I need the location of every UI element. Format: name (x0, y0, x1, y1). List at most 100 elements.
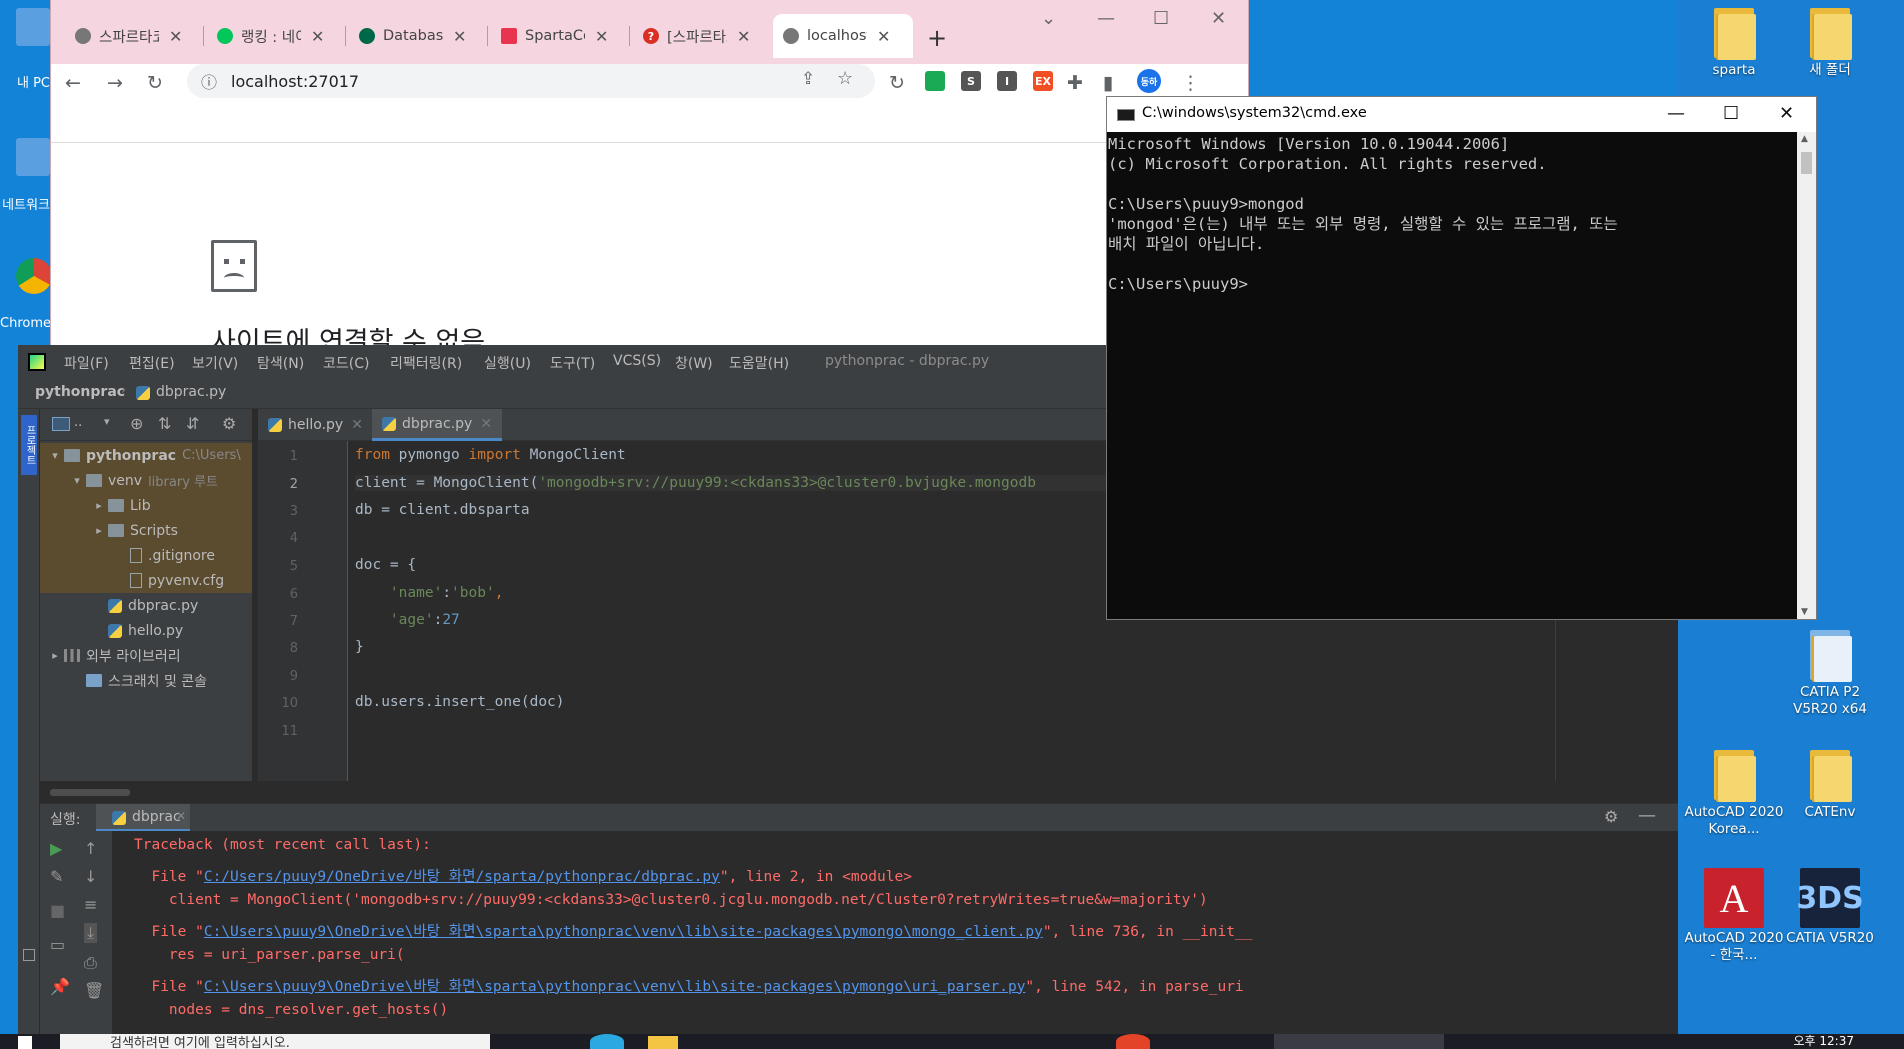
cmd-taskbar-button[interactable] (1274, 1034, 1444, 1049)
profile-avatar[interactable]: 동하 (1137, 69, 1161, 93)
share-icon[interactable]: ⇪ (801, 69, 815, 89)
maximize-button[interactable]: ☐ (1153, 8, 1169, 29)
taskbar-clock[interactable]: 오후 12:37 (1794, 1034, 1854, 1049)
arrow-down-icon[interactable]: ↓ (84, 867, 97, 886)
url-text[interactable]: localhost:27017 (231, 72, 359, 91)
project-tool-button[interactable]: 프로젝트 (21, 415, 37, 475)
chrome-shortcut-icon[interactable] (16, 258, 52, 294)
back-icon[interactable]: ← (65, 72, 81, 94)
tree-item[interactable]: ▸ Lib (40, 493, 252, 518)
menu-tools[interactable]: 도구(T) (550, 353, 595, 373)
tree-item[interactable]: pyvenv.cfg (40, 568, 252, 593)
menu-file[interactable]: 파일(F) (64, 353, 109, 373)
scroll-to-end-icon[interactable]: ⤓ (84, 923, 98, 943)
minimize-button[interactable]: — (1667, 103, 1685, 124)
extension-s-icon[interactable]: S (961, 71, 981, 91)
menu-code[interactable]: 코드(C) (323, 353, 369, 373)
wrench-icon[interactable]: ✎ (50, 867, 63, 886)
cmd-output[interactable]: Microsoft Windows [Version 10.0.19044.20… (1107, 132, 1797, 619)
bookmark-star-icon[interactable]: ☆ (837, 68, 853, 89)
close-tab-icon[interactable]: ✕ (453, 27, 466, 46)
browser-tab[interactable]: 스파르타코딩클럽 ✕ (65, 14, 192, 58)
close-tab-icon[interactable]: ✕ (176, 809, 186, 823)
desktop-icon-catia-p2[interactable]: CATIA P2 V5R20 x64 (1780, 622, 1880, 718)
close-tab-icon[interactable]: ✕ (595, 27, 608, 46)
extension-i-icon[interactable]: I (997, 71, 1017, 91)
tree-item[interactable]: .gitignore (40, 543, 252, 568)
extension-ex-icon[interactable]: EX (1033, 71, 1053, 91)
close-tab-icon[interactable]: ✕ (877, 27, 890, 46)
desktop-icon-catenv[interactable]: CATEnv (1780, 742, 1880, 821)
menu-navigate[interactable]: 탐색(N) (257, 353, 304, 373)
gear-icon[interactable]: ⚙ (1604, 807, 1618, 826)
chrome-taskbar-icon[interactable] (1116, 1034, 1150, 1049)
menu-vcs[interactable]: VCS(S) (613, 353, 661, 369)
menu-edit[interactable]: 편집(E) (129, 353, 175, 373)
maximize-button[interactable]: ☐ (1723, 103, 1739, 124)
close-tab-icon[interactable]: ✕ (351, 417, 363, 433)
cmd-scrollbar[interactable]: ▲ ▼ (1797, 132, 1816, 619)
gear-icon[interactable]: ⚙ (222, 414, 236, 433)
close-tab-icon[interactable]: ✕ (737, 27, 750, 46)
trash-icon[interactable]: 🗑 (84, 981, 104, 1000)
desktop-icon-autocad[interactable]: A AutoCAD 2020 - 한국... (1684, 860, 1784, 964)
arrow-up-icon[interactable]: ↑ (84, 839, 97, 858)
browser-tab[interactable]: 랭킹 : 네이버 ✕ (207, 14, 334, 58)
extension-icon[interactable] (925, 71, 945, 91)
editor-tab-hello[interactable]: hello.py ✕ (258, 409, 373, 441)
tree-item[interactable]: ▾ pythonprac C:\Users\ (40, 443, 252, 468)
new-tab-button[interactable]: + (927, 24, 947, 52)
forward-icon[interactable]: → (107, 72, 123, 94)
chevron-down-icon[interactable]: ▾ (104, 415, 110, 428)
desktop-icon-autocad-folder[interactable]: AutoCAD 2020 Korea... (1684, 742, 1784, 838)
desktop-icon-catia[interactable]: 3DS CATIA V5R20 (1780, 860, 1880, 947)
chevron-icon[interactable]: ▾ (48, 449, 62, 462)
this-pc-icon[interactable] (16, 8, 50, 46)
menu-run[interactable]: 실행(U) (484, 353, 531, 373)
file-link[interactable]: C:/Users/puuy9/OneDrive/바탕 화면/sparta/pyt… (204, 869, 720, 885)
breadcrumb-project[interactable]: pythonprac (35, 384, 125, 400)
close-tab-icon[interactable]: ✕ (311, 27, 324, 46)
soft-wrap-icon[interactable]: ≡ (84, 895, 97, 914)
explorer-taskbar-icon[interactable] (648, 1036, 678, 1049)
chevron-icon[interactable]: ▸ (92, 499, 106, 512)
menu-refactor[interactable]: 리팩터링(R) (390, 353, 462, 373)
browser-tab[interactable]: Database ✕ (349, 14, 476, 58)
rerun-icon[interactable]: ▶ (50, 839, 62, 858)
sidepanel-icon[interactable]: ▮ (1103, 72, 1113, 94)
puzzle-icon[interactable]: ✚ (1067, 72, 1083, 94)
project-hscrollbar[interactable] (50, 789, 130, 796)
close-window-button[interactable]: ✕ (1779, 103, 1794, 124)
collapse-all-icon[interactable]: ⇵ (186, 414, 199, 433)
tab-search-icon[interactable]: ⌄ (1041, 8, 1056, 29)
print-icon[interactable]: ⎙ (84, 953, 97, 973)
windows-start-icon[interactable] (18, 1036, 32, 1049)
expand-all-icon[interactable]: ⇅ (158, 414, 171, 433)
layout-icon[interactable]: ▭ (50, 935, 65, 954)
browser-tab[interactable]: ? [스파르타코딩클럽] ✕ (633, 14, 760, 58)
tree-item[interactable]: 스크래치 및 콘솔 (40, 668, 252, 693)
stop-icon[interactable]: ■ (50, 901, 65, 920)
menu-help[interactable]: 도움말(H) (729, 353, 789, 373)
tree-item[interactable]: ▸ Scripts (40, 518, 252, 543)
more-menu-icon[interactable]: ⋮ (1181, 72, 1200, 94)
tree-item[interactable]: ▾ venv library 루트 (40, 468, 252, 493)
browser-tab-active[interactable]: localhost ✕ (773, 14, 913, 58)
close-window-button[interactable]: ✕ (1211, 8, 1226, 29)
scroll-up-icon[interactable]: ▲ (1801, 134, 1808, 144)
editor-tab-dbprac[interactable]: dbprac.py ✕ (372, 409, 503, 441)
file-link[interactable]: C:\Users\puuy9\OneDrive\바탕 화면\sparta\pyt… (204, 924, 1043, 940)
tree-item[interactable]: ▸ 외부 라이브러리 (40, 643, 252, 668)
menu-window[interactable]: 창(W) (675, 353, 713, 373)
tree-item[interactable]: hello.py (40, 618, 252, 643)
hide-panel-icon[interactable]: — (1638, 805, 1656, 826)
pin-icon[interactable]: 📌 (50, 977, 70, 996)
structure-icon[interactable] (23, 949, 35, 961)
browser-tab[interactable]: SpartaCodingClub ✕ (491, 14, 618, 58)
file-link[interactable]: C:\Users\puuy9\OneDrive\바탕 화면\sparta\pyt… (204, 979, 1026, 995)
info-icon[interactable]: ⓘ (201, 69, 217, 93)
chevron-icon[interactable]: ▾ (70, 474, 84, 487)
reload-icon[interactable]: ↻ (147, 72, 163, 94)
chevron-icon[interactable]: ▸ (92, 524, 106, 537)
network-icon[interactable] (16, 138, 50, 176)
